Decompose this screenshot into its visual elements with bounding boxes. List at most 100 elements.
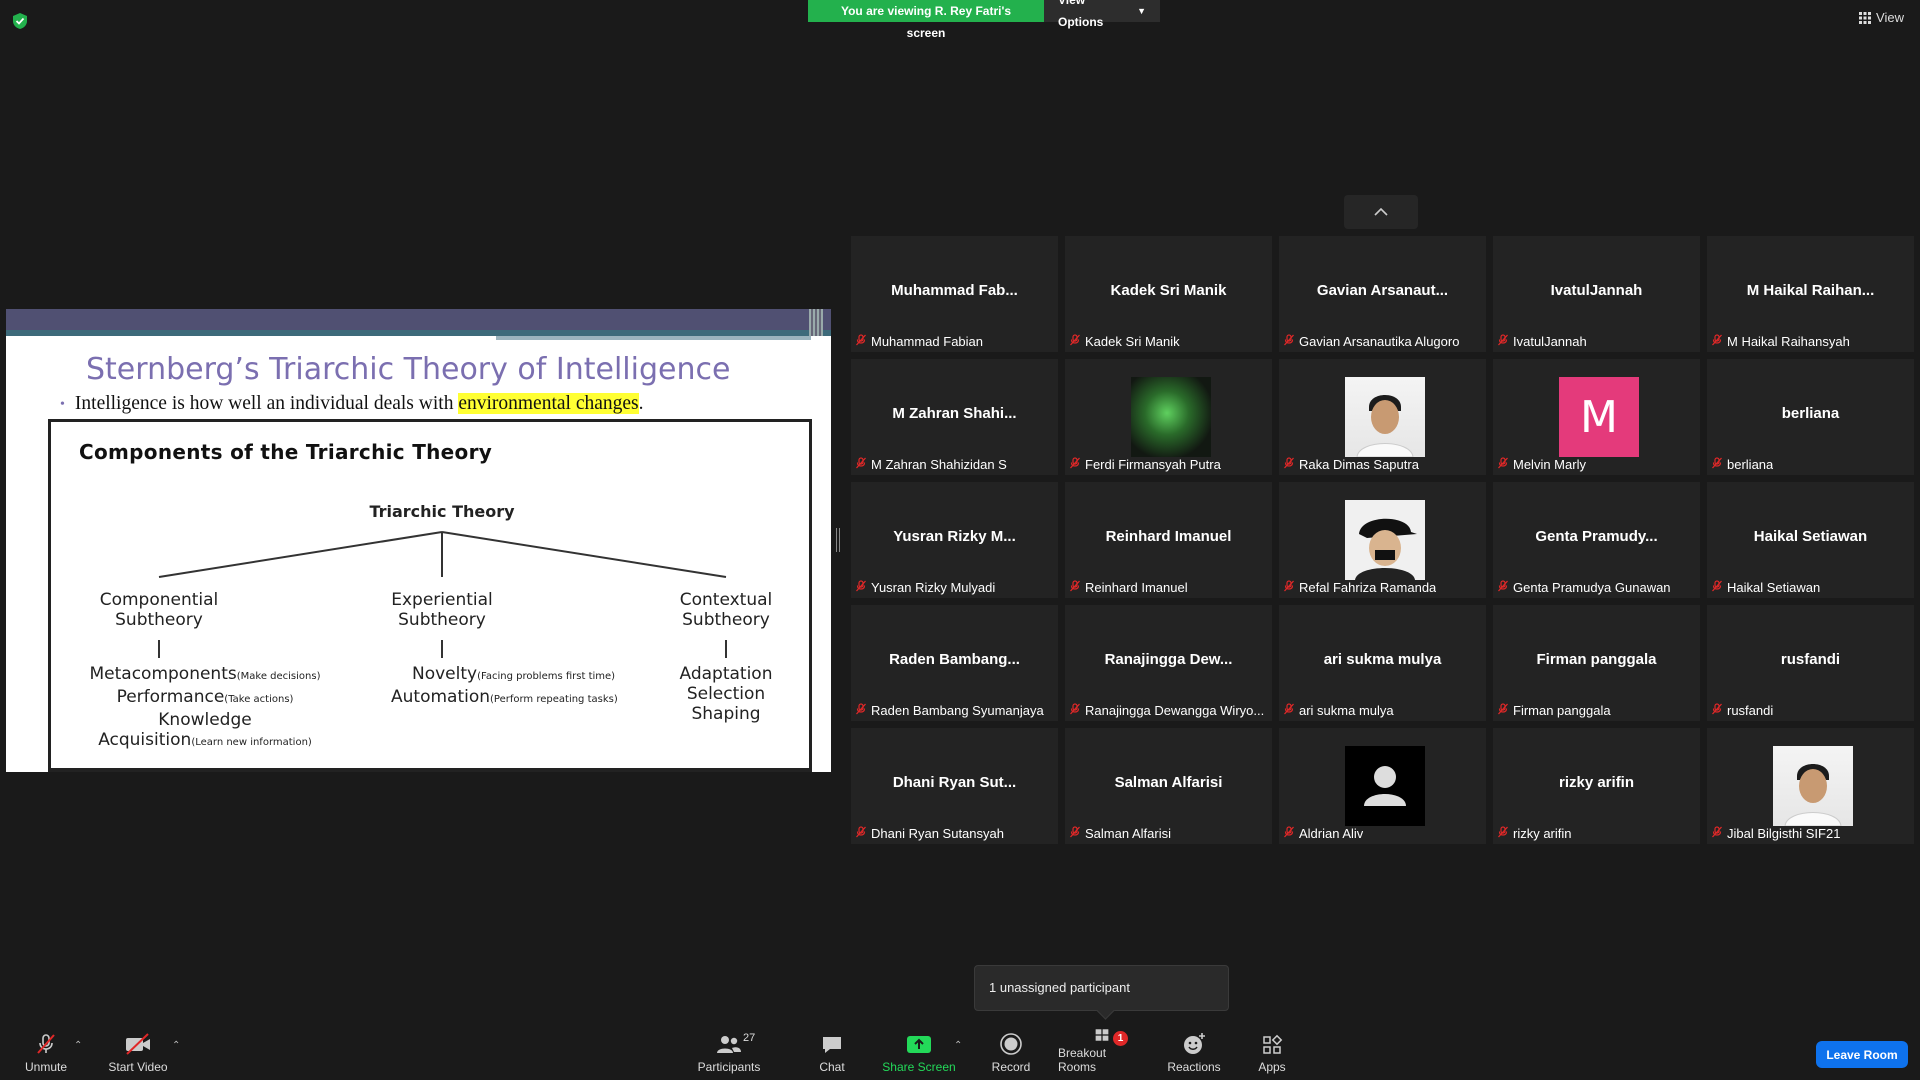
participant-display-name: Muhammad Fab... [891,282,1018,299]
chevron-down-icon: ▼ [1137,6,1146,16]
view-options-label: View Options [1058,0,1104,29]
record-button[interactable]: Record [988,1028,1034,1080]
participant-name-label: Haikal Setiawan [1711,580,1820,595]
participant-name: Raka Dimas Saputra [1299,457,1419,472]
apps-button[interactable]: Apps [1254,1028,1290,1080]
mic-off-icon [1711,826,1723,841]
mic-off-icon [855,334,867,349]
participant-name: Firman panggala [1513,703,1611,718]
mic-off-icon [1711,334,1723,349]
participant-name: M Zahran Shahizidan S [871,457,1007,472]
view-button[interactable]: View [1859,10,1904,25]
participant-display-name: Kadek Sri Manik [1110,282,1227,299]
experiential-item: Novelty(Facing problems first time) [412,664,616,684]
participant-name: Haikal Setiawan [1727,580,1821,595]
mic-off-icon [1497,457,1509,472]
participant-tile[interactable]: Haikal Setiawan Haikal Setiawan [1707,482,1914,598]
participant-tile[interactable]: Salman Alfarisi Salman Alfarisi [1065,728,1272,844]
participant-display-name: Genta Pramudy... [1535,528,1658,545]
participants-label: Participants [697,1060,761,1074]
leave-room-button[interactable]: Leave Room [1816,1041,1908,1068]
breakout-rooms-label: Breakout Rooms [1058,1046,1107,1074]
start-video-button[interactable]: Start Video [106,1028,170,1080]
unmute-button[interactable]: Unmute [18,1028,74,1080]
participant-name: Ranajingga Dewangga Wiryo... [1085,703,1265,718]
sub-line2: Subtheory [398,610,486,630]
participant-name-label: berliana [1711,457,1773,472]
participant-name: Raden Bambang Syumanjaya [871,703,1044,718]
participant-tile[interactable]: Genta Pramudy... Genta Pramudya Gunawan [1493,482,1700,598]
chat-label: Chat [819,1060,845,1074]
participant-name-label: Aldrian Aliv [1283,826,1363,841]
mic-off-icon [1711,580,1723,595]
security-shield-icon[interactable] [12,12,28,30]
participant-tile[interactable]: Refal Fahriza Ramanda [1279,482,1486,598]
participant-display-name: IvatulJannah [1550,282,1643,299]
participant-name-label: Yusran Rizky Mulyadi [855,580,995,595]
participant-tile[interactable]: berliana berliana [1707,359,1914,475]
slide-edge-decoration [809,309,823,336]
participant-tile[interactable]: Muhammad Fab... Muhammad Fabian [851,236,1058,352]
participant-name-label: Melvin Marly [1497,457,1586,472]
record-label: Record [991,1060,1031,1074]
participant-tile[interactable]: rusfandi rusfandi [1707,605,1914,721]
triarchic-figure: Components of the Triarchic Theory Triar… [48,419,812,772]
participant-tile[interactable]: Gavian Arsanaut... Gavian Arsanautika Alu… [1279,236,1486,352]
share-options-caret[interactable]: ⌃ [954,1040,962,1051]
chat-button[interactable]: Chat [812,1028,852,1080]
participant-tile[interactable]: Dhani Ryan Sut... Dhani Ryan Sutansyah [851,728,1058,844]
gallery-scroll-up-button[interactable] [1344,195,1418,229]
start-video-label: Start Video [108,1060,168,1074]
participant-tile[interactable]: Firman panggala Firman panggala [1493,605,1700,721]
participant-tile[interactable]: ari sukma mulya ari sukma mulya [1279,605,1486,721]
mic-off-icon [1497,703,1509,718]
participant-tile[interactable]: Ranajingga Dew... Ranajingga Dewangga Wir… [1065,605,1272,721]
participant-name: berliana [1727,457,1774,472]
participant-name-label: Ferdi Firmansyah Putra [1069,457,1221,472]
sub-line1: Experiential [391,590,493,610]
contextual-item: Selection [686,684,766,704]
mic-off-icon [1069,580,1081,595]
participant-name-label: M Zahran Shahizidan S [855,457,1007,472]
mic-off-icon [37,1034,55,1054]
participant-name-label: Kadek Sri Manik [1069,334,1180,349]
participant-tile[interactable]: IvatulJannah IvatulJannah [1493,236,1700,352]
participant-tile[interactable]: Kadek Sri Manik Kadek Sri Manik [1065,236,1272,352]
breakout-rooms-icon [1095,1029,1109,1041]
splitter-handle[interactable] [836,528,840,552]
breakout-rooms-button[interactable]: Breakout Rooms [1058,1028,1146,1080]
participant-display-name: Gavian Arsanaut... [1316,282,1449,299]
participant-display-name: Salman Alfarisi [1114,774,1223,791]
participant-display-name: Firman panggala [1536,651,1657,668]
viewing-screen-label: You are viewing R. Rey Fatri's screen [808,0,1044,40]
share-screen-button[interactable]: Share Screen [882,1028,956,1080]
sub-line2: Subtheory [682,610,770,630]
mic-off-icon [1497,334,1509,349]
reactions-icon [1184,1033,1205,1054]
participant-name-label: rizky arifin [1497,826,1572,841]
contextual-items: Adaptation Selection Shaping [646,664,806,724]
bullet-dot-icon: • [60,396,65,412]
reactions-button[interactable]: Reactions [1166,1028,1222,1080]
video-off-icon [126,1033,150,1055]
participant-tile[interactable]: rizky arifin rizky arifin [1493,728,1700,844]
mic-off-icon [855,457,867,472]
view-options-button[interactable]: View Options ▼ [1044,0,1160,29]
avatar [1345,377,1425,458]
participant-tile[interactable]: Ferdi Firmansyah Putra [1065,359,1272,475]
participant-tile[interactable]: Jibal Bilgisthi SIF21 [1707,728,1914,844]
participant-tile[interactable]: Raden Bambang... Raden Bambang Syumanjaya [851,605,1058,721]
sub-line2: Subtheory [115,610,203,630]
audio-options-caret[interactable]: ⌃ [74,1040,82,1051]
participant-tile[interactable]: M Zahran Shahi... M Zahran Shahizidan S [851,359,1058,475]
participant-tile[interactable]: Yusran Rizky M... Yusran Rizky Mulyadi [851,482,1058,598]
component-item: Performance(Take actions) [116,687,294,707]
participant-tile[interactable]: Aldrian Aliv [1279,728,1486,844]
participant-name: Muhammad Fabian [871,334,983,349]
meeting-toolbar: Unmute ⌃ Start Video ⌃ Participants 27 C… [0,1028,1920,1080]
participant-tile[interactable]: Reinhard Imanuel Reinhard Imanuel [1065,482,1272,598]
video-options-caret[interactable]: ⌃ [172,1040,180,1051]
participant-tile[interactable]: Raka Dimas Saputra [1279,359,1486,475]
participant-tile[interactable]: M Haikal Raihan... M Haikal Raihansyah [1707,236,1914,352]
participant-tile[interactable]: M Melvin Marly [1493,359,1700,475]
